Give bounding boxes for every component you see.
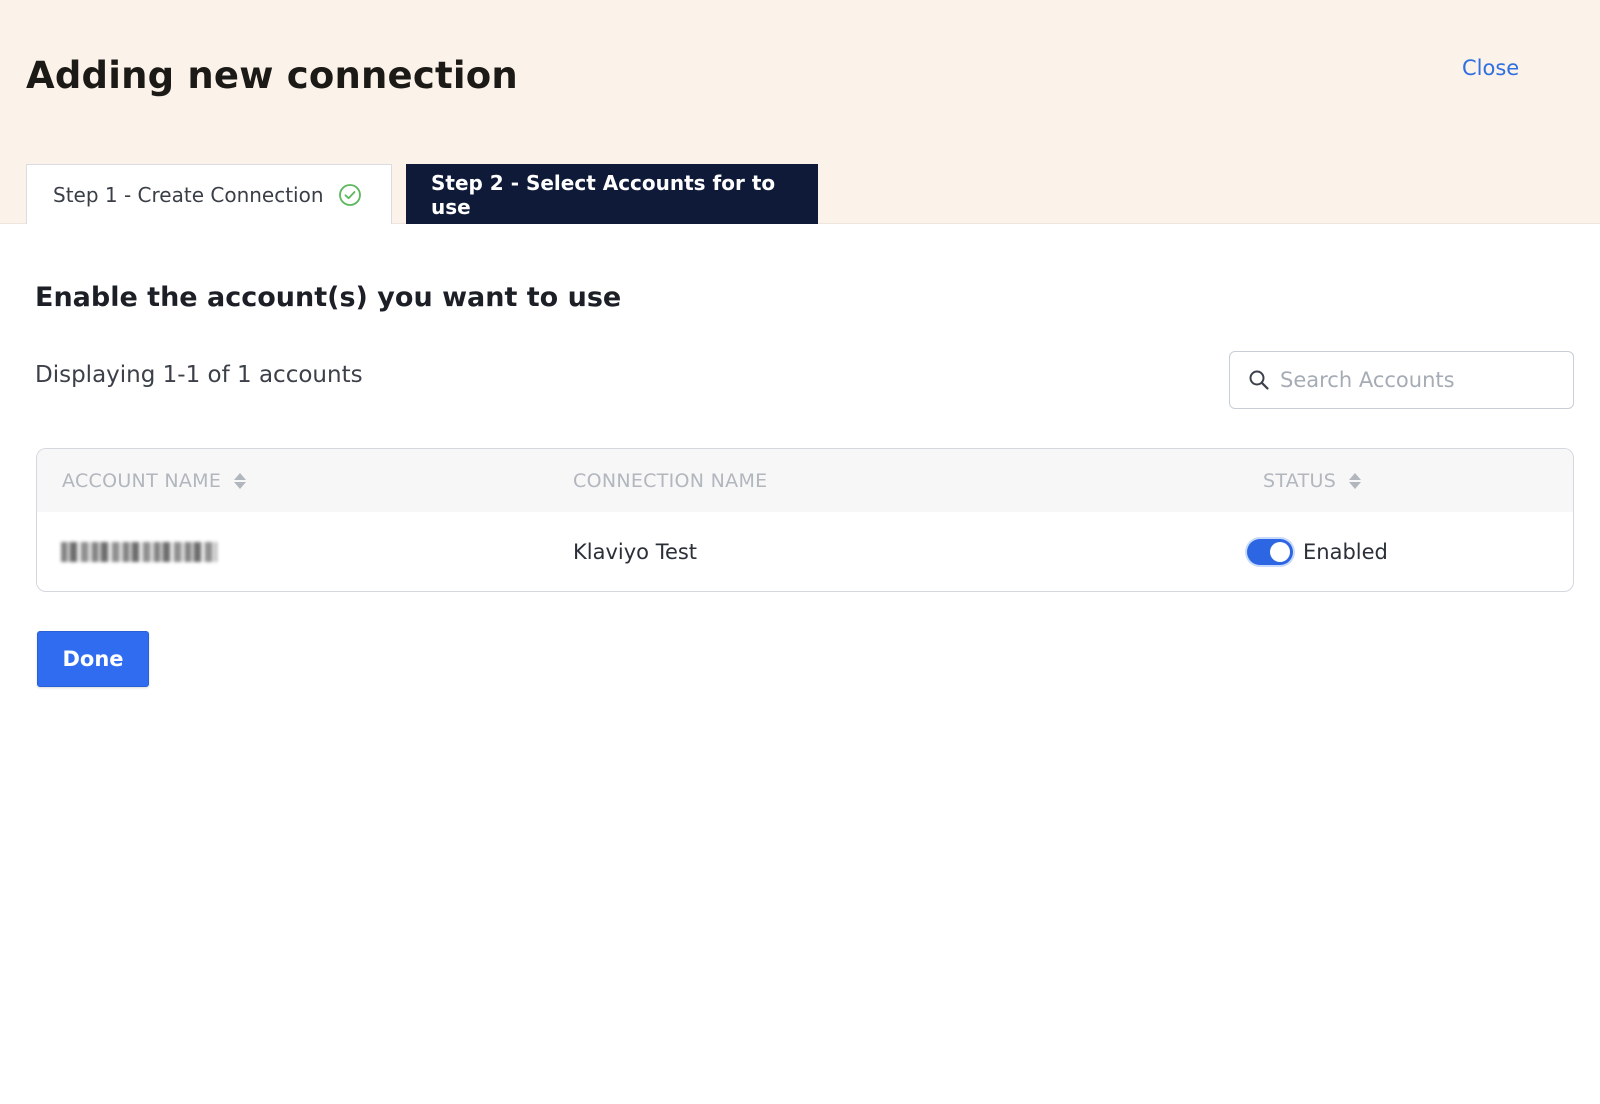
check-circle-icon bbox=[338, 183, 362, 207]
close-link[interactable]: Close bbox=[1462, 56, 1519, 80]
status-toggle[interactable] bbox=[1247, 539, 1293, 565]
search-input[interactable] bbox=[1280, 368, 1560, 392]
status-cell: Enabled bbox=[1247, 512, 1388, 591]
tab-step-2[interactable]: Step 2 - Select Accounts for to use bbox=[406, 164, 818, 224]
sort-icon bbox=[233, 472, 247, 490]
section-heading: Enable the account(s) you want to use bbox=[35, 282, 622, 313]
accounts-table: ACCOUNT NAME CONNECTION NAME STATUS Klav… bbox=[36, 448, 1574, 592]
tab-step-1[interactable]: Step 1 - Create Connection bbox=[26, 164, 392, 224]
table-header: ACCOUNT NAME CONNECTION NAME STATUS bbox=[37, 449, 1573, 512]
column-header-status[interactable]: STATUS bbox=[1263, 449, 1362, 512]
page-title: Adding new connection bbox=[26, 54, 518, 97]
toggle-knob bbox=[1270, 542, 1290, 562]
display-count: Displaying 1-1 of 1 accounts bbox=[35, 362, 363, 388]
tab-step-1-label: Step 1 - Create Connection bbox=[53, 182, 324, 207]
tab-step-2-label: Step 2 - Select Accounts for to use bbox=[431, 170, 776, 219]
column-header-status-label: STATUS bbox=[1263, 469, 1337, 492]
column-header-account-name[interactable]: ACCOUNT NAME bbox=[62, 449, 247, 512]
column-header-connection-name-label: CONNECTION NAME bbox=[573, 469, 768, 492]
column-header-connection-name: CONNECTION NAME bbox=[573, 449, 767, 512]
search-icon bbox=[1248, 369, 1270, 391]
sort-icon bbox=[1348, 472, 1362, 490]
column-header-account-name-label: ACCOUNT NAME bbox=[62, 469, 222, 492]
modal-header: Adding new connection Close Step 1 - Cre… bbox=[0, 0, 1600, 224]
account-name-cell bbox=[61, 512, 217, 591]
search-box[interactable] bbox=[1229, 351, 1574, 409]
connection-name-cell: Klaviyo Test bbox=[573, 540, 698, 564]
blurred-account-name bbox=[61, 542, 217, 562]
done-button[interactable]: Done bbox=[37, 631, 149, 687]
status-label: Enabled bbox=[1303, 540, 1388, 564]
